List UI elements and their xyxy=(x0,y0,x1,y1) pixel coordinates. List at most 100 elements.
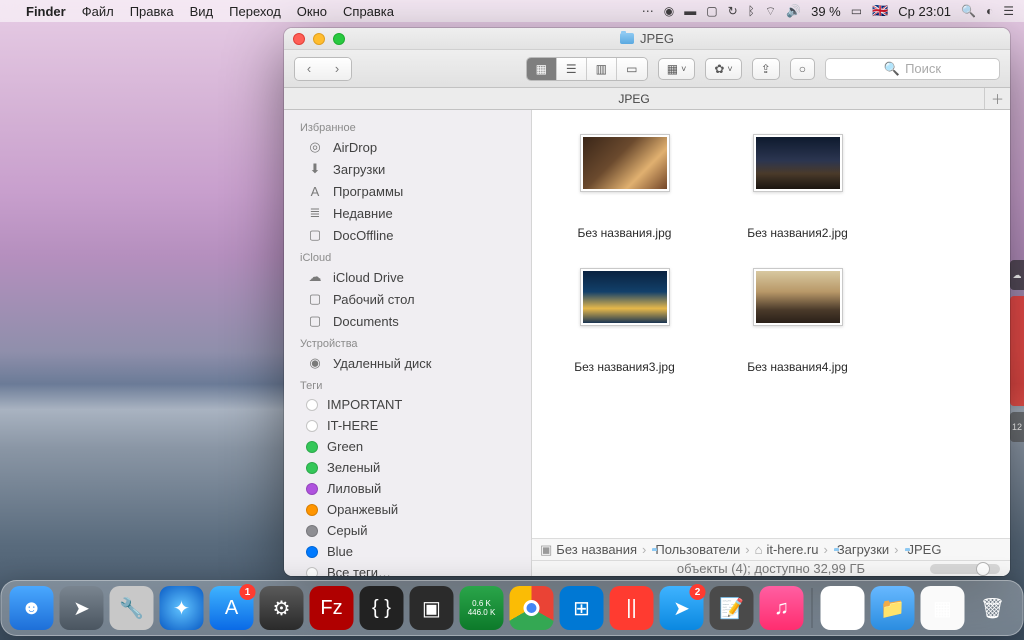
dock-square[interactable]: ▣ xyxy=(410,586,454,630)
dock-itunes[interactable]: ♫ xyxy=(760,586,804,630)
dock-finder[interactable]: ☻ xyxy=(10,586,54,630)
tags-button[interactable]: ○ xyxy=(790,58,815,80)
sidebar-item[interactable]: Все теги… xyxy=(286,562,529,576)
icon-view-button[interactable]: ▦ xyxy=(527,58,557,80)
sidebar-item[interactable]: ◉Удаленный диск xyxy=(286,352,529,374)
volume-icon[interactable]: 🔊 xyxy=(786,4,801,18)
sidebar-item[interactable]: Blue xyxy=(286,541,529,562)
sidebar-item[interactable]: ☁iCloud Drive xyxy=(286,266,529,288)
sidebar-item[interactable]: Серый xyxy=(286,520,529,541)
file-name: Без названия3.jpg xyxy=(574,336,675,374)
eye-icon[interactable]: ◉ xyxy=(664,4,674,18)
sidebar-item[interactable]: Лиловый xyxy=(286,478,529,499)
action-button[interactable]: ✿ ˅ xyxy=(705,58,741,80)
file-item[interactable]: Без названия4.jpg xyxy=(725,268,870,374)
sidebar-heading: Теги xyxy=(284,374,531,394)
dock-downloads[interactable]: 📁 xyxy=(871,586,915,630)
dock-parallels[interactable]: || xyxy=(610,586,654,630)
file-item[interactable]: Без названия3.jpg xyxy=(552,268,697,374)
path-segment[interactable]: JPEG xyxy=(904,542,942,557)
path-segment[interactable]: ▣Без названия xyxy=(540,542,637,558)
siri-icon[interactable]: ◐ xyxy=(986,4,993,18)
sidebar-item[interactable]: ▢Documents xyxy=(286,310,529,332)
column-view-button[interactable]: ▥ xyxy=(587,58,617,80)
dock-launchpad[interactable]: ➤ xyxy=(60,586,104,630)
file-name: Без названия4.jpg xyxy=(747,336,848,374)
forward-button[interactable]: › xyxy=(323,58,351,80)
zoom-button[interactable] xyxy=(333,33,345,45)
dock-toolbox[interactable]: 🔧 xyxy=(110,586,154,630)
sidebar-item[interactable]: Green xyxy=(286,436,529,457)
menu-edit[interactable]: Правка xyxy=(130,4,174,19)
gallery-view-button[interactable]: ▭ xyxy=(617,58,647,80)
menu-window[interactable]: Окно xyxy=(297,4,327,19)
notification-center-icon[interactable]: ☰ xyxy=(1003,4,1014,18)
lang-flag[interactable]: 🇬🇧 xyxy=(872,3,888,19)
spotlight-icon[interactable]: 🔍 xyxy=(961,4,976,18)
dock-telegram[interactable]: ➤2 xyxy=(660,586,704,630)
sidebar-item[interactable]: ⬇Загрузки xyxy=(286,158,529,180)
battery-text[interactable]: 39 % xyxy=(811,4,841,19)
share-button[interactable]: ⇪ xyxy=(752,58,780,80)
dock-safari[interactable]: ✦ xyxy=(160,586,204,630)
clock[interactable]: Ср 23:01 xyxy=(898,4,951,19)
dock-chrome[interactable] xyxy=(510,586,554,630)
battery-icon[interactable]: ▭ xyxy=(851,4,862,18)
widget-tab[interactable]: 12 xyxy=(1010,412,1024,442)
path-segment[interactable]: Загрузки xyxy=(833,542,889,557)
new-tab-button[interactable]: ＋ xyxy=(984,88,1010,109)
dock-windows[interactable]: ⊞ xyxy=(560,586,604,630)
dock-utorrent[interactable]: µ xyxy=(821,586,865,630)
path-segment[interactable]: Пользователи xyxy=(651,542,740,557)
app-name[interactable]: Finder xyxy=(26,4,66,19)
sidebar-item[interactable]: IMPORTANT xyxy=(286,394,529,415)
sidebar-item[interactable]: ▢Рабочий стол xyxy=(286,288,529,310)
content-area[interactable]: Без названия.jpg Без названия2.jpg Без наз… xyxy=(532,110,1010,576)
dock: ☻➤🔧✦A1⚙Fz{ }▣0.6 K 446.0 K ⊞||➤2📝♫ µ📁▦🗑 xyxy=(1,580,1024,636)
arrange-button[interactable]: ▦ ˅ xyxy=(658,58,696,80)
display-icon[interactable]: ▢ xyxy=(706,4,717,18)
dock-settings[interactable]: ⚙ xyxy=(260,586,304,630)
sidebar-item[interactable]: IT-HERE xyxy=(286,415,529,436)
back-button[interactable]: ‹ xyxy=(295,58,323,80)
minimize-button[interactable] xyxy=(313,33,325,45)
close-button[interactable] xyxy=(293,33,305,45)
sidebar-item[interactable]: ≣Недавние xyxy=(286,202,529,224)
timemachine-icon[interactable]: ↻ xyxy=(728,4,738,18)
file-item[interactable]: Без названия2.jpg xyxy=(725,134,870,240)
menuextra-icon[interactable]: ⋯ xyxy=(642,4,654,18)
menu-go[interactable]: Переход xyxy=(229,4,281,19)
list-view-button[interactable]: ☰ xyxy=(557,58,587,80)
wifi-icon[interactable]: ⌔ xyxy=(765,4,776,19)
bluetooth-icon[interactable]: ᛒ xyxy=(748,4,755,18)
titlebar[interactable]: JPEG xyxy=(284,28,1010,50)
sidebar-item[interactable]: ▢DocOffline xyxy=(286,224,529,246)
sidebar-item[interactable]: AПрограммы xyxy=(286,180,529,202)
search-field[interactable]: 🔍 Поиск xyxy=(825,58,1000,80)
zoom-slider[interactable] xyxy=(930,564,1000,574)
dock-filezilla[interactable]: Fz xyxy=(310,586,354,630)
sidebar-item[interactable]: ◎AirDrop xyxy=(286,136,529,158)
tag-dot-icon xyxy=(306,504,318,516)
dock-codekit[interactable]: { } xyxy=(360,586,404,630)
dock-istat[interactable]: 0.6 K 446.0 K xyxy=(460,586,504,630)
sidebar-icon: ≣ xyxy=(306,205,324,221)
path-bar: ▣Без названия›Пользователи›⌂it-here.ru›З… xyxy=(532,538,1010,560)
disk-icon[interactable]: ▬ xyxy=(684,4,696,18)
dock-appstore[interactable]: A1 xyxy=(210,586,254,630)
menu-file[interactable]: Файл xyxy=(82,4,114,19)
file-item[interactable]: Без названия.jpg xyxy=(552,134,697,240)
sidebar-item[interactable]: Зеленый xyxy=(286,457,529,478)
sidebar-icon: ▢ xyxy=(306,227,324,243)
dock-sublime[interactable]: 📝 xyxy=(710,586,754,630)
status-text: объекты (4); доступно 32,99 ГБ xyxy=(677,561,865,576)
menu-view[interactable]: Вид xyxy=(190,4,214,19)
menu-help[interactable]: Справка xyxy=(343,4,394,19)
widget-tab[interactable] xyxy=(1010,296,1024,406)
path-segment[interactable]: ⌂it-here.ru xyxy=(755,542,819,557)
widget-tab[interactable]: ☁ xyxy=(1010,260,1024,290)
dock-dashboard[interactable]: ▦ xyxy=(921,586,965,630)
dock-trash[interactable]: 🗑 xyxy=(971,586,1015,630)
sidebar-item[interactable]: Оранжевый xyxy=(286,499,529,520)
tab[interactable]: JPEG xyxy=(284,92,984,106)
